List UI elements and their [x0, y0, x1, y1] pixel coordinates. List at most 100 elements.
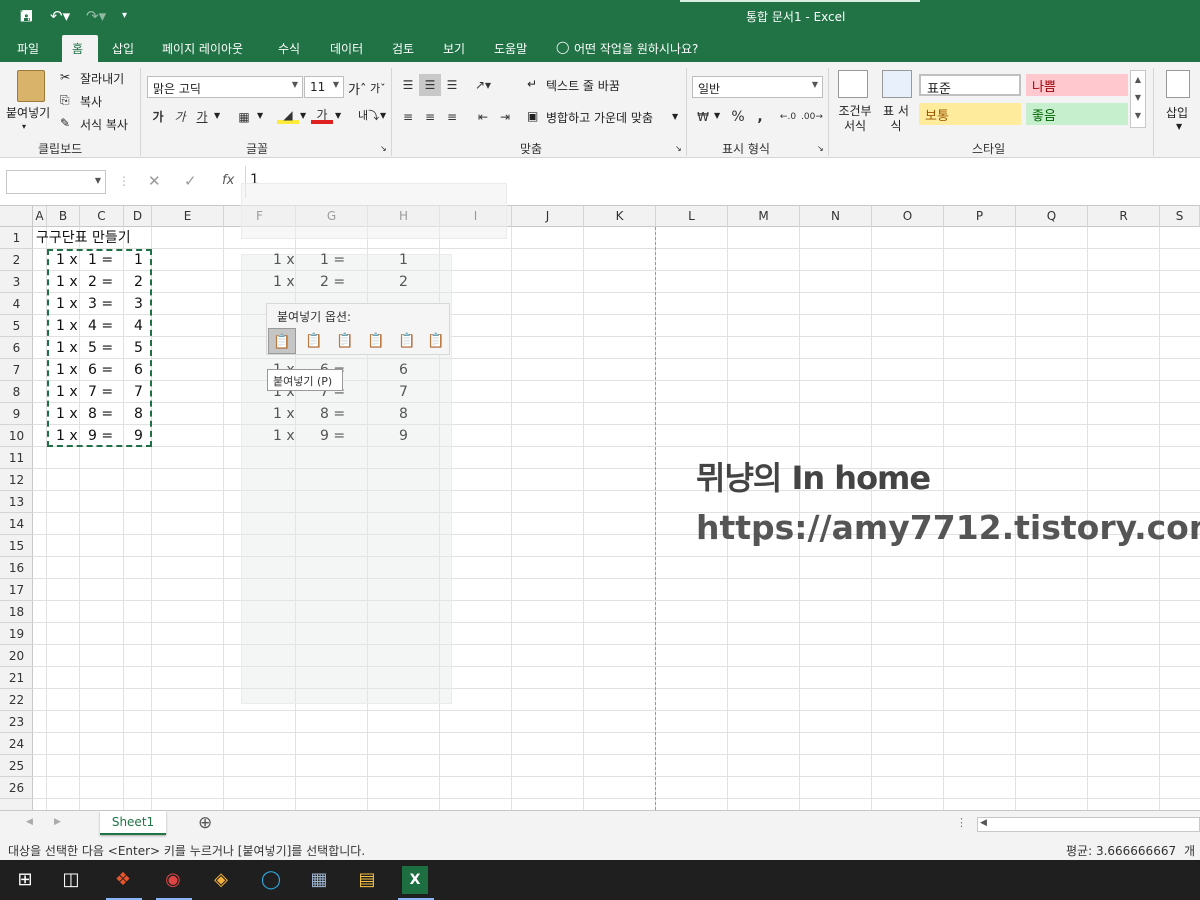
paste-formulas-icon[interactable]: 📋 — [331, 328, 359, 354]
conditional-format-icon[interactable] — [838, 70, 868, 98]
app-icon-2[interactable]: ◉ — [156, 866, 190, 894]
row-header-19[interactable]: 19 — [0, 623, 33, 645]
currency-icon[interactable]: ₩ — [692, 106, 714, 128]
copy-icon[interactable]: ⎘ — [60, 93, 70, 108]
row-header-1[interactable]: 1 — [0, 227, 33, 249]
tab-home[interactable]: 홈 — [72, 40, 83, 57]
column-header-P[interactable]: P — [944, 206, 1016, 227]
row-header-4[interactable]: 4 — [0, 293, 33, 315]
pasted-cell[interactable]: 2 — [399, 271, 408, 293]
format-table-button[interactable]: 표 서식 — [878, 104, 914, 134]
underline-button[interactable]: 가 — [191, 106, 213, 128]
paste-icon[interactable] — [17, 70, 45, 102]
row-header-16[interactable]: 16 — [0, 557, 33, 579]
style-bad[interactable]: 나쁨 — [1026, 74, 1128, 96]
pasted-cell[interactable]: 1 x — [273, 425, 295, 447]
row-header-21[interactable]: 21 — [0, 667, 33, 689]
fill-color-icon[interactable]: ◢ — [277, 104, 299, 124]
orientation-icon[interactable]: ↗▾ — [472, 74, 494, 96]
column-header-N[interactable]: N — [800, 206, 872, 227]
tab-view[interactable]: 보기 — [443, 40, 465, 57]
row-header-2[interactable]: 2 — [0, 249, 33, 271]
comma-button[interactable]: , — [749, 106, 771, 128]
font-color-icon[interactable]: 가 — [311, 104, 333, 124]
format-painter-button[interactable]: 서식 복사 — [80, 116, 128, 133]
tab-insert[interactable]: 삽입 — [112, 40, 134, 57]
bold-button[interactable]: 가 — [147, 106, 169, 128]
decrease-font-icon[interactable]: 가ˇ — [370, 80, 386, 96]
row-header-10[interactable]: 10 — [0, 425, 33, 447]
dialog-launcher-icon[interactable]: ↘ — [380, 144, 387, 153]
row-header-6[interactable]: 6 — [0, 337, 33, 359]
wrap-text-icon[interactable]: ↵ — [527, 77, 537, 91]
edge-icon[interactable]: ◯ — [254, 866, 288, 894]
chevron-down-icon[interactable]: ▼ — [214, 111, 220, 120]
task-view-icon[interactable]: ◫ — [54, 866, 88, 894]
column-header-L[interactable]: L — [656, 206, 728, 227]
pasted-cell[interactable]: 6 — [399, 359, 408, 381]
next-sheet-icon[interactable]: ▶ — [54, 817, 61, 827]
merge-icon[interactable]: ▣ — [527, 109, 538, 123]
row-header-11[interactable]: 11 — [0, 447, 33, 469]
app-icon-1[interactable]: ❖ — [106, 866, 140, 894]
horizontal-scrollbar[interactable]: ◀ — [977, 817, 1200, 832]
align-right-icon[interactable]: ≡ — [441, 106, 463, 128]
tell-me-search[interactable]: 어떤 작업을 원하시나요? — [574, 40, 698, 57]
column-header-E[interactable]: E — [152, 206, 224, 227]
save-icon[interactable]: 🖪 — [20, 6, 33, 26]
conditional-format-button[interactable]: 조건부 서식 — [835, 104, 875, 134]
number-format-select[interactable]: 일반 ▼ — [692, 76, 823, 98]
phonetic-icon[interactable]: 내⤵ — [358, 107, 379, 123]
tab-review[interactable]: 검토 — [392, 40, 414, 57]
calculator-icon[interactable]: ▦ — [302, 866, 336, 894]
row-header-25[interactable]: 25 — [0, 755, 33, 777]
pasted-cell[interactable]: 8 — [399, 403, 408, 425]
pasted-cell[interactable]: 9 — [399, 425, 408, 447]
increase-font-icon[interactable]: 가ˆ — [348, 79, 366, 98]
decrease-decimal-icon[interactable]: .00→ — [801, 106, 823, 128]
column-header-Q[interactable]: Q — [1016, 206, 1088, 227]
enter-icon[interactable]: ✓ — [184, 172, 197, 190]
paste-icon[interactable]: 📋 — [268, 328, 296, 354]
row-header-23[interactable]: 23 — [0, 711, 33, 733]
cancel-icon[interactable]: ✕ — [148, 172, 161, 190]
increase-decimal-icon[interactable]: ←.0 — [777, 106, 799, 128]
prev-sheet-icon[interactable]: ◀ — [26, 817, 33, 827]
align-top-icon[interactable]: ☰ — [397, 74, 419, 96]
pasted-cell[interactable]: 8 = — [320, 403, 345, 425]
row-header-26[interactable]: 26 — [0, 777, 33, 799]
paint-app-icon[interactable]: ◈ — [204, 866, 238, 894]
tab-data[interactable]: 데이터 — [330, 40, 363, 57]
pasted-cell[interactable]: 1 = — [320, 249, 345, 271]
decrease-indent-icon[interactable]: ⇤ — [472, 106, 494, 128]
column-header-R[interactable]: R — [1088, 206, 1160, 227]
paste-link-icon[interactable]: 📋 — [422, 328, 450, 354]
tab-page-layout[interactable]: 페이지 레이아웃 — [162, 40, 243, 57]
sheet-title-cell[interactable]: 구구단표 만들기 — [36, 227, 131, 249]
row-header-24[interactable]: 24 — [0, 733, 33, 755]
row-header-14[interactable]: 14 — [0, 513, 33, 535]
dialog-launcher-icon[interactable]: ↘ — [817, 144, 824, 153]
align-center-icon[interactable]: ≡ — [419, 106, 441, 128]
insert-cells-icon[interactable] — [1166, 70, 1190, 98]
insert-cells-button[interactable]: 삽입 — [1166, 104, 1188, 121]
style-good[interactable]: 좋음 — [1026, 103, 1128, 125]
font-size-select[interactable]: 11 ▼ — [304, 76, 344, 98]
wrap-text-button[interactable]: 텍스트 줄 바꿈 — [546, 77, 620, 94]
chevron-down-icon[interactable]: ▼ — [714, 111, 720, 120]
cut-button[interactable]: 잘라내기 — [80, 70, 124, 87]
undo-icon[interactable]: ↶▾ — [50, 6, 70, 26]
pasted-cell[interactable]: 2 = — [320, 271, 345, 293]
column-header-M[interactable]: M — [728, 206, 800, 227]
style-neutral[interactable]: 보통 — [919, 103, 1021, 125]
column-header-A[interactable]: A — [33, 206, 47, 227]
row-header-8[interactable]: 8 — [0, 381, 33, 403]
row-header-17[interactable]: 17 — [0, 579, 33, 601]
row-header-5[interactable]: 5 — [0, 315, 33, 337]
chevron-down-icon[interactable]: ▼ — [95, 176, 101, 185]
redo-icon[interactable]: ↷▾ — [86, 6, 106, 26]
chevron-down-icon[interactable]: ▼ — [300, 111, 306, 120]
pasted-cell[interactable]: 1 x — [273, 271, 295, 293]
scissors-icon[interactable]: ✂ — [60, 70, 70, 84]
chevron-down-icon[interactable]: ▼ — [1176, 122, 1182, 131]
